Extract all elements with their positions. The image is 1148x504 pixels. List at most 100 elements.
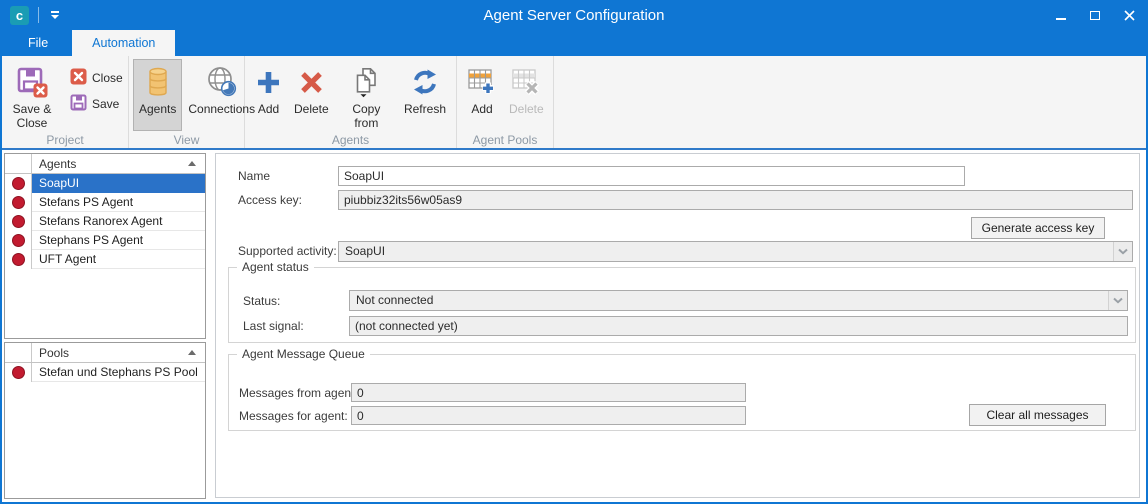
titlebar: c Agent Server Configuration — [2, 0, 1146, 30]
agent-status-dot-icon — [12, 234, 25, 247]
ribbon-group-project: Save & Close Close — [2, 56, 129, 148]
close-icon — [1124, 10, 1135, 21]
ribbon-group-agent-pools: Add Delete Agent Pools — [457, 56, 554, 148]
status-value: Not connected — [356, 293, 433, 307]
database-icon — [142, 63, 174, 101]
maximize-button[interactable] — [1078, 0, 1112, 30]
app-icon[interactable]: c — [10, 6, 29, 25]
agent-delete-label: Delete — [294, 102, 329, 116]
messages-for-agent-label: Messages for agent: — [239, 406, 348, 426]
generate-access-key-button[interactable]: Generate access key — [971, 217, 1105, 239]
table-delete-icon — [511, 63, 541, 101]
agents-header-icon-cell — [5, 154, 32, 173]
agents-header-label: Agents — [32, 157, 188, 171]
agent-row-label: SoapUI — [32, 174, 205, 193]
close-project-button[interactable]: Close — [66, 65, 127, 91]
save-icon — [70, 94, 87, 114]
agent-status-dot-icon — [12, 215, 25, 228]
agents-list: Agents SoapUI Stefans PS Agent Stefans R… — [4, 153, 206, 339]
agent-refresh-button[interactable]: Refresh — [398, 59, 452, 118]
pool-add-button[interactable]: Add — [461, 59, 503, 118]
chevron-down-icon[interactable] — [1113, 242, 1132, 261]
close-project-label: Close — [92, 71, 123, 85]
sort-ascending-icon — [188, 161, 196, 166]
agent-add-label: Add — [258, 102, 279, 116]
pools-list-header[interactable]: Pools — [5, 343, 205, 363]
agent-row-soapui[interactable]: SoapUI — [5, 174, 205, 193]
table-add-icon — [467, 63, 497, 101]
save-and-close-label: Save & Close — [12, 102, 52, 130]
agent-icon-cell — [5, 212, 32, 231]
agent-copy-from-button[interactable]: Copy from — [335, 59, 398, 132]
chevron-down-icon[interactable] — [1108, 291, 1127, 310]
group-label-project: Project — [2, 133, 128, 147]
clear-all-messages-button[interactable]: Clear all messages — [969, 404, 1106, 426]
agent-detail-panel: Name Access key: Generate access key Sup… — [215, 153, 1140, 498]
app-window: c Agent Server Configuration File Automa… — [0, 0, 1148, 504]
agent-row-label: UFT Agent — [32, 250, 205, 269]
agent-status-dot-icon — [12, 253, 25, 266]
pools-header-label: Pools — [32, 346, 188, 360]
minimize-icon — [1056, 18, 1066, 20]
messages-for-agent-field[interactable] — [351, 406, 746, 425]
agent-row-label: Stephans PS Agent — [32, 231, 205, 250]
status-dropdown[interactable]: Not connected — [349, 290, 1128, 311]
save-close-icon — [16, 63, 48, 101]
agent-row-stefans-ps[interactable]: Stefans PS Agent — [5, 193, 205, 212]
titlebar-separator — [38, 7, 39, 23]
group-label-view: View — [129, 133, 244, 147]
ribbon-group-view: Agents Connections View — [129, 56, 245, 148]
save-and-close-button[interactable]: Save & Close — [6, 59, 58, 132]
messages-from-agent-label: Messages from agent: — [239, 383, 358, 403]
agent-delete-button[interactable]: Delete — [288, 59, 335, 118]
pool-delete-button[interactable]: Delete — [503, 59, 550, 118]
save-project-button[interactable]: Save — [66, 91, 127, 117]
delete-x-icon — [298, 63, 325, 101]
access-key-input[interactable] — [338, 190, 1133, 210]
agent-status-groupbox: Agent status Status: Not connected Last … — [228, 267, 1136, 343]
agent-icon-cell — [5, 174, 32, 193]
name-input[interactable] — [338, 166, 965, 186]
agents-list-header[interactable]: Agents — [5, 154, 205, 174]
tab-file[interactable]: File — [12, 30, 64, 56]
agent-add-button[interactable]: Add — [249, 59, 288, 118]
messages-from-agent-field[interactable] — [351, 383, 746, 402]
agent-row-label: Stefans PS Agent — [32, 193, 205, 212]
globe-connections-icon — [206, 63, 238, 101]
status-label: Status: — [243, 291, 280, 311]
agent-icon-cell — [5, 250, 32, 269]
pool-icon-cell — [5, 363, 32, 382]
close-button[interactable] — [1112, 0, 1146, 30]
message-queue-groupbox: Agent Message Queue Messages from agent:… — [228, 354, 1136, 431]
pool-row-stefan-stephans[interactable]: Stefan und Stephans PS Pool — [5, 363, 205, 382]
maximize-icon — [1090, 11, 1100, 20]
name-label: Name — [238, 166, 270, 186]
supported-activity-value: SoapUI — [345, 244, 385, 258]
view-agents-button[interactable]: Agents — [133, 59, 182, 131]
save-project-label: Save — [92, 97, 119, 111]
supported-activity-label: Supported activity: — [238, 241, 337, 261]
agent-row-stephans-ps[interactable]: Stephans PS Agent — [5, 231, 205, 250]
agent-icon-cell — [5, 193, 32, 212]
pool-delete-label: Delete — [509, 102, 544, 116]
agent-refresh-label: Refresh — [404, 102, 446, 116]
agent-row-stefans-ranorex[interactable]: Stefans Ranorex Agent — [5, 212, 205, 231]
agent-status-legend: Agent status — [237, 260, 314, 274]
agent-copy-from-label: Copy from — [341, 102, 392, 130]
tab-automation[interactable]: Automation — [72, 30, 175, 56]
minimize-button[interactable] — [1044, 0, 1078, 30]
message-queue-legend: Agent Message Queue — [237, 347, 370, 361]
add-plus-icon — [255, 63, 282, 101]
agent-row-uft[interactable]: UFT Agent — [5, 250, 205, 269]
quick-access-dropdown-icon[interactable] — [48, 9, 62, 21]
last-signal-field[interactable] — [349, 316, 1128, 336]
pools-list: Pools Stefan und Stephans PS Pool — [4, 342, 206, 499]
agent-icon-cell — [5, 231, 32, 250]
refresh-arrows-icon — [411, 63, 439, 101]
ribbon-tabs: File Automation — [2, 30, 1146, 56]
sort-ascending-icon — [188, 350, 196, 355]
pool-add-label: Add — [471, 102, 492, 116]
supported-activity-dropdown[interactable]: SoapUI — [338, 241, 1133, 262]
content-area: Agents SoapUI Stefans PS Agent Stefans R… — [2, 150, 1146, 502]
last-signal-label: Last signal: — [243, 316, 304, 336]
